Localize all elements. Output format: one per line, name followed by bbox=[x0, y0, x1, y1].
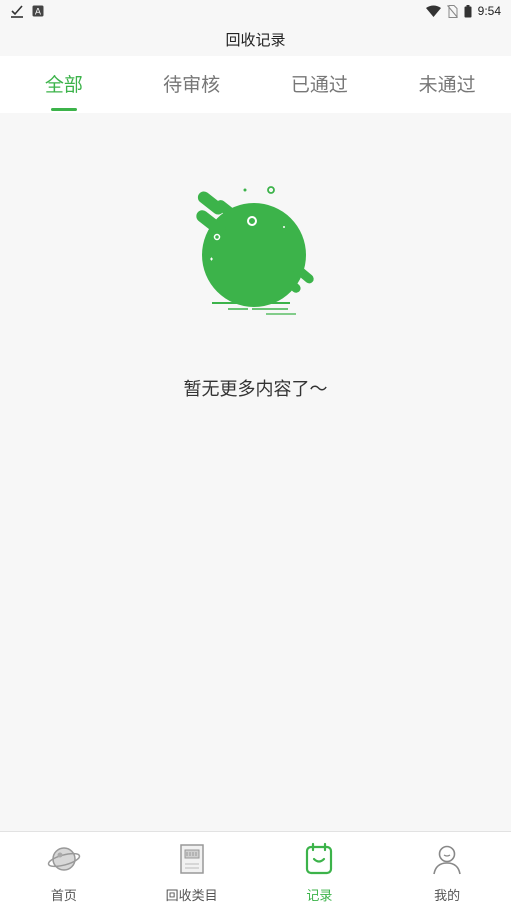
nav-records[interactable]: 记录 bbox=[256, 832, 384, 917]
nav-mine[interactable]: 我的 bbox=[383, 832, 511, 917]
tab-label: 待审核 bbox=[163, 74, 221, 96]
tab-label: 全部 bbox=[44, 74, 83, 96]
empty-message: 暂无更多内容了～ bbox=[183, 379, 328, 400]
nav-label: 首页 bbox=[50, 889, 77, 904]
title-bar: 回收记录 bbox=[0, 22, 511, 56]
nav-label: 我的 bbox=[434, 889, 461, 904]
nav-home[interactable]: 首页 bbox=[0, 832, 128, 917]
empty-state: 暂无更多内容了～ bbox=[0, 113, 511, 831]
bottom-nav: 首页 回收类目 记录 我的 bbox=[0, 831, 511, 917]
nav-label: 回收类目 bbox=[165, 889, 218, 904]
page-title: 回收记录 bbox=[225, 30, 286, 49]
nav-label: 记录 bbox=[306, 889, 333, 904]
battery-icon bbox=[464, 4, 472, 18]
tab-approved[interactable]: 已通过 bbox=[256, 56, 384, 113]
tab-label: 已通过 bbox=[290, 74, 348, 96]
app-a-icon: A bbox=[32, 5, 44, 17]
clock: 9:54 bbox=[477, 4, 501, 18]
user-icon bbox=[430, 842, 464, 876]
category-box-icon bbox=[175, 842, 209, 876]
status-left: A bbox=[10, 4, 44, 18]
active-tab-indicator bbox=[50, 108, 77, 111]
tab-pending-review[interactable]: 待审核 bbox=[128, 56, 256, 113]
download-check-icon bbox=[10, 4, 24, 18]
planet-icon bbox=[47, 842, 81, 876]
record-clipboard-icon bbox=[302, 842, 336, 876]
filter-tabs: 全部 待审核 已通过 未通过 bbox=[0, 56, 511, 113]
tab-rejected[interactable]: 未通过 bbox=[383, 56, 511, 113]
wifi-icon bbox=[425, 5, 441, 17]
svg-text:A: A bbox=[35, 8, 42, 18]
status-right: 9:54 bbox=[425, 4, 501, 18]
tab-label: 未通过 bbox=[418, 74, 476, 96]
no-sim-icon bbox=[446, 4, 458, 18]
tab-all[interactable]: 全部 bbox=[0, 56, 128, 113]
green-blob-planet-icon bbox=[190, 183, 325, 318]
status-bar: A 9:54 bbox=[0, 0, 511, 22]
nav-recycle-categories[interactable]: 回收类目 bbox=[128, 832, 256, 917]
